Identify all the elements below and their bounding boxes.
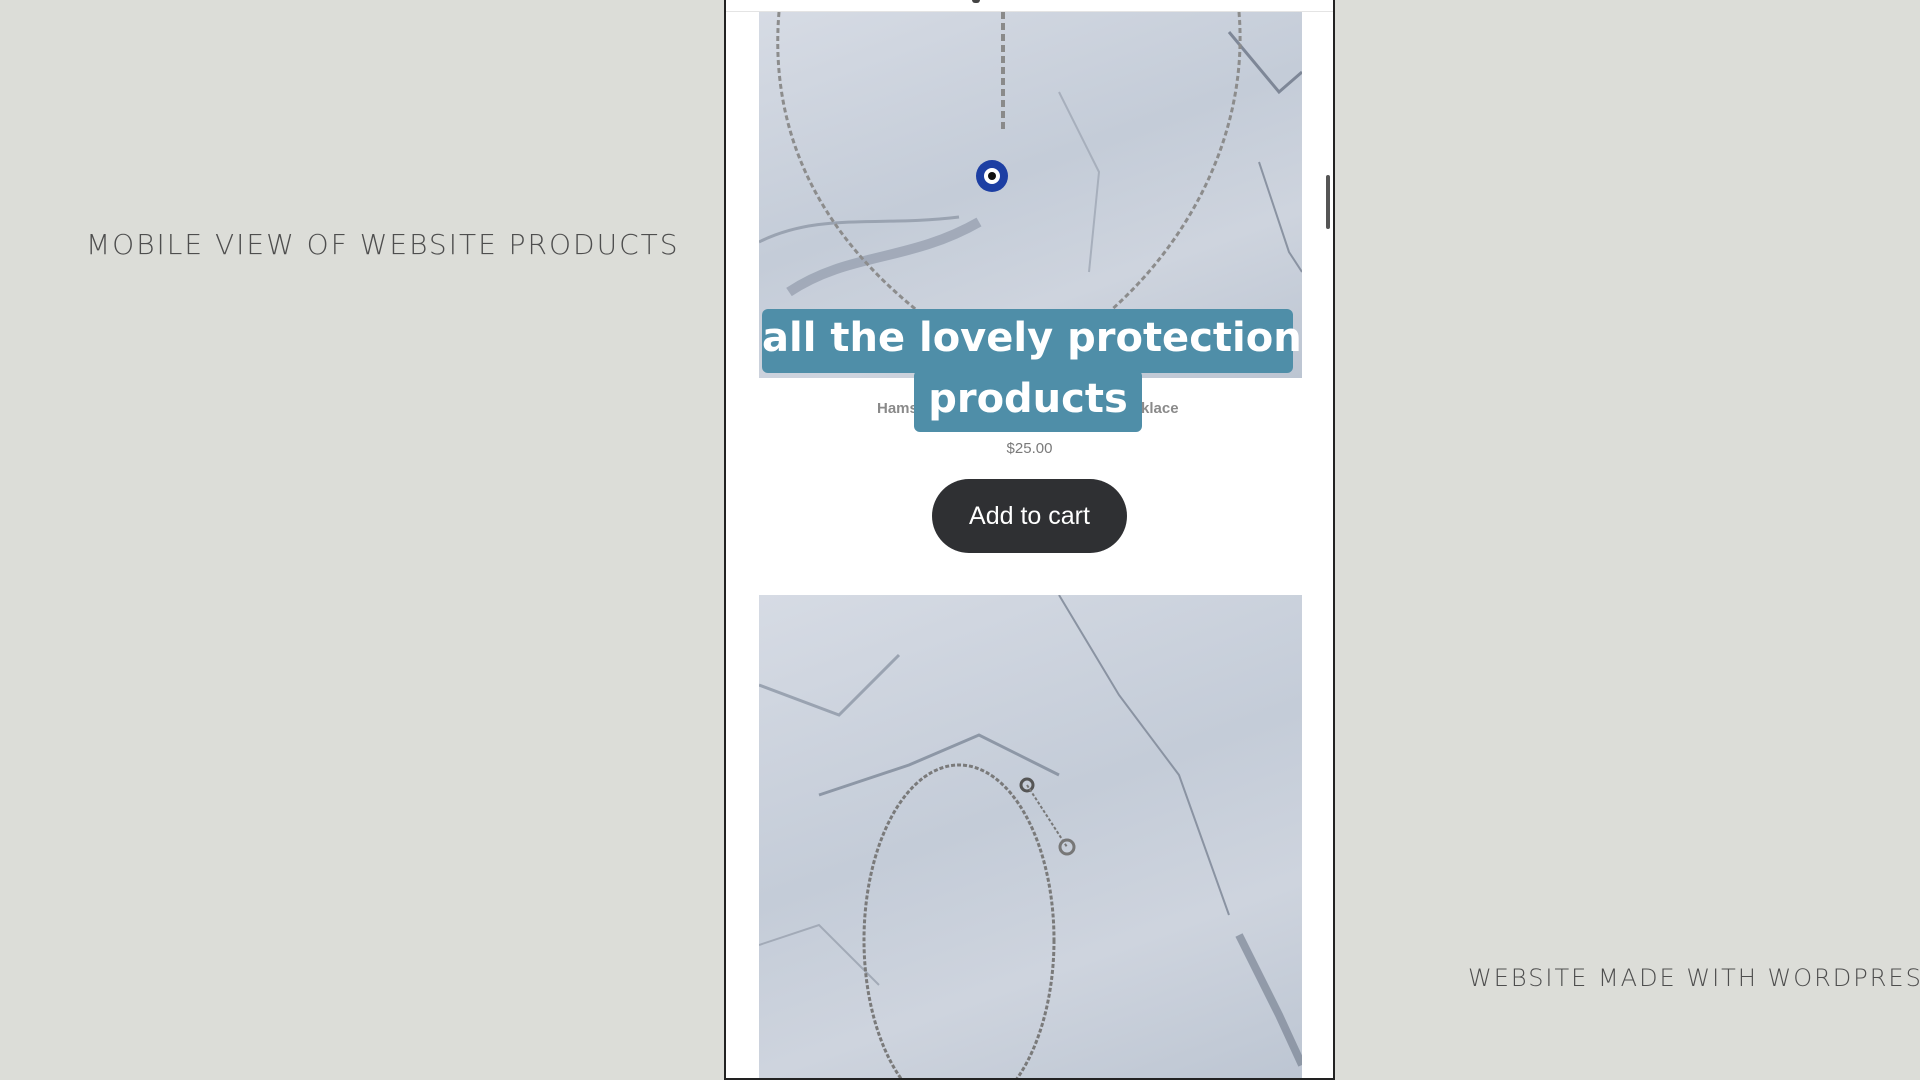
bracelet-photo xyxy=(759,595,1302,1078)
product-title-start: Hams xyxy=(877,400,918,417)
product-image-bracelet[interactable] xyxy=(759,595,1302,1078)
product-price: $25.00 xyxy=(1006,440,1053,457)
mobile-preview-frame[interactable]: Hams klace $25.00 Add to cart xyxy=(724,0,1335,1080)
add-to-cart-button[interactable]: Add to cart xyxy=(932,479,1127,553)
caption-wordpress: Website made with WordPress xyxy=(1468,964,1920,992)
caption-mobile-view: Mobile view of website products xyxy=(86,228,680,261)
overlay-caption-line-2: products xyxy=(914,370,1142,432)
product-title-end: klace xyxy=(1141,400,1179,417)
overlay-caption-line-1: all the lovely protection xyxy=(762,309,1302,373)
scrollbar-thumb[interactable] xyxy=(1326,175,1330,229)
header-indicator xyxy=(972,0,980,3)
